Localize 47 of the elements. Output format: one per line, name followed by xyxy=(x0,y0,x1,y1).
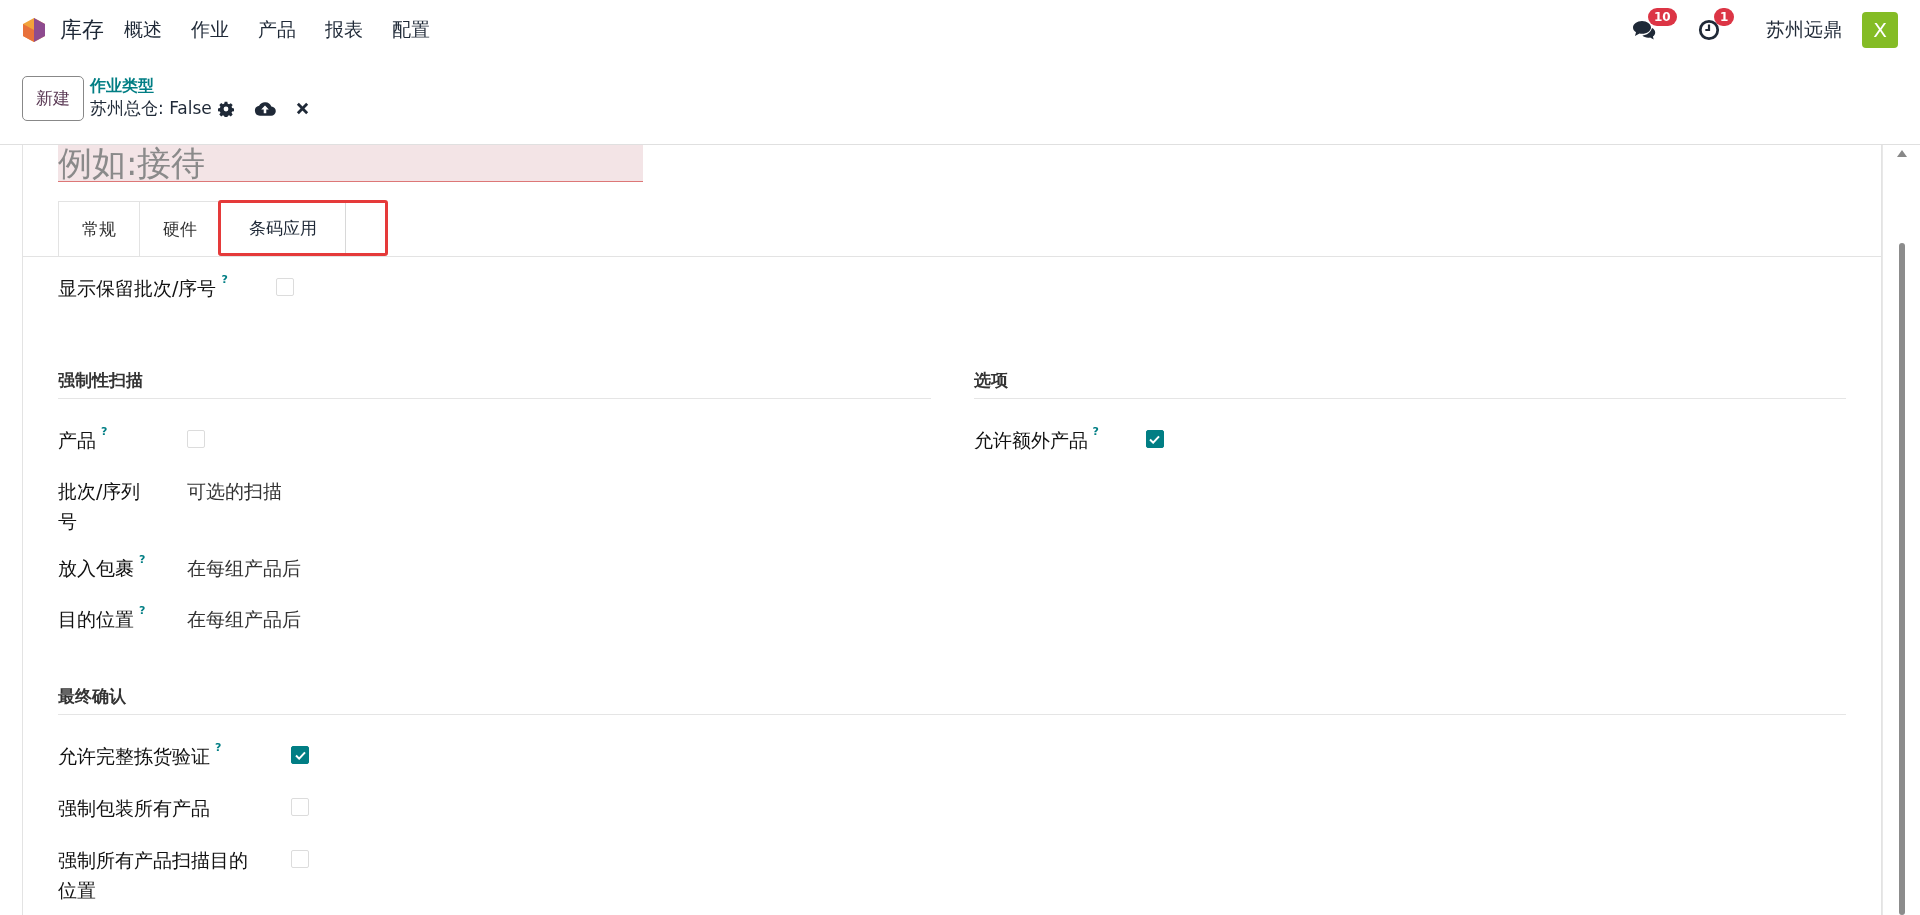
field-label: 允许完整拣货验证 xyxy=(58,744,210,769)
scrollbar-thumb[interactable] xyxy=(1898,243,1905,915)
check-icon xyxy=(294,750,306,760)
checkbox[interactable] xyxy=(1145,430,1164,448)
help-tooltip[interactable]: ? xyxy=(215,741,222,755)
section-title: 最终确认 xyxy=(58,685,1846,715)
help-tooltip[interactable]: ? xyxy=(1092,425,1099,439)
help-tooltip[interactable]: ? xyxy=(101,425,108,439)
field-label: 强制包装所有产品 xyxy=(58,796,210,821)
new-button[interactable]: 新建 xyxy=(22,76,84,121)
section-title: 选项 xyxy=(973,369,1846,399)
menu-item[interactable]: 配置 xyxy=(392,17,430,43)
menu-item[interactable]: 概述 xyxy=(124,17,162,43)
field-value: 在每组产品后 xyxy=(187,556,301,581)
company-name[interactable]: 苏州远鼎 xyxy=(1766,17,1842,43)
settings-icon[interactable] xyxy=(217,100,234,117)
menu-item[interactable]: 产品 xyxy=(258,17,296,43)
field-value: 可选的扫描 xyxy=(187,479,282,504)
field-value: 在每组产品后 xyxy=(187,607,301,632)
field-label: 显示保留批次/序号 xyxy=(58,276,217,301)
record-name: 苏州总仓: False xyxy=(90,97,212,120)
notification-badge: 1 xyxy=(1714,8,1735,26)
scroll-up-icon[interactable] xyxy=(1896,150,1907,157)
chat-icon[interactable] xyxy=(1632,19,1656,41)
field-label: 目的位置 xyxy=(58,607,134,632)
field-label: 批次/序列号 xyxy=(58,479,142,534)
check-icon xyxy=(1149,434,1160,444)
field-label: 强制所有产品扫描目的位置 xyxy=(58,848,249,903)
field-label: 产品 xyxy=(58,428,96,453)
section-title: 强制性扫描 xyxy=(58,369,931,399)
help-tooltip[interactable]: ? xyxy=(139,553,146,567)
help-tooltip[interactable]: ? xyxy=(139,604,146,618)
field-label: 放入包裹 xyxy=(58,556,134,581)
menu-item[interactable]: 作业 xyxy=(191,17,229,43)
menu-item[interactable]: 报表 xyxy=(325,17,363,43)
name-field[interactable]: 例如:接待 xyxy=(58,145,643,182)
close-icon[interactable] xyxy=(295,102,309,115)
cloud-upload-icon[interactable] xyxy=(253,100,276,117)
field-label: 允许额外产品 xyxy=(973,428,1088,453)
breadcrumb-link[interactable]: 作业类型 xyxy=(90,76,309,97)
clock-icon[interactable] xyxy=(1698,19,1720,41)
help-tooltip[interactable]: ? xyxy=(221,273,228,287)
tab[interactable]: 常规 xyxy=(58,201,140,256)
app-name[interactable]: 库存 xyxy=(60,15,104,45)
app-logo-icon[interactable] xyxy=(22,17,46,43)
notification-badge: 10 xyxy=(1648,8,1677,26)
checkbox[interactable] xyxy=(291,746,309,764)
